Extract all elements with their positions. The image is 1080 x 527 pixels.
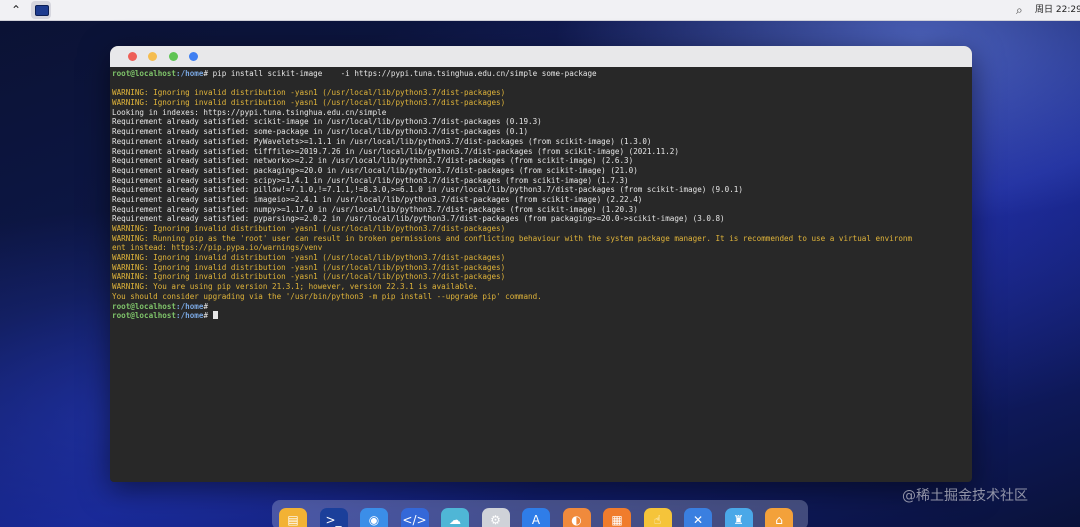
warning-text: WARNING: Ignoring invalid distribution -…: [112, 262, 506, 272]
maximize-button[interactable]: [169, 52, 178, 61]
output-text: Requirement already satisfied: pillow!=7…: [112, 185, 743, 195]
top-bar: ⌃ ⌕ 周日 22:29: [0, 0, 1080, 21]
watermark: @稀土掘金技术社区: [902, 488, 1028, 504]
output-text: Requirement already satisfied: numpy>=1.…: [112, 204, 638, 214]
terminal-line: Requirement already satisfied: scikit-im…: [112, 117, 968, 127]
terminal-line: Requirement already satisfied: PyWavelet…: [112, 137, 968, 147]
output-text: Requirement already satisfied: some-pack…: [112, 127, 529, 137]
terminal-line: WARNING: Ignoring invalid distribution -…: [112, 272, 968, 282]
terminal-titlebar[interactable]: [110, 46, 972, 67]
dock: ▤ >_ ◉ </> ☁ ⚙ A ◐ ▦ ☝ ✕ ♜ ⌂: [272, 500, 808, 527]
warning-text: WARNING: Ignoring invalid distribution -…: [112, 224, 506, 233]
browser-icon[interactable]: ◉: [360, 508, 388, 527]
prompt-path: :/home: [176, 69, 204, 78]
output-text: Requirement already satisfied: scikit-im…: [112, 117, 542, 127]
terminal-line: Requirement already satisfied: tifffile>…: [112, 147, 968, 157]
warning-text: WARNING: Ignoring invalid distribution -…: [112, 98, 506, 108]
output-text: Requirement already satisfied: packaging…: [112, 165, 638, 175]
terminal-line: WARNING: Ignoring invalid distribution -…: [112, 98, 968, 108]
terminal-line: Requirement already satisfied: scipy>=1.…: [112, 176, 968, 186]
prompt-host: root@localhost: [112, 301, 177, 311]
output-text: Requirement already satisfied: tifffile>…: [112, 146, 679, 156]
terminal-line: ent instead: https://pip.pypa.io/warning…: [112, 243, 968, 253]
warning-text: WARNING: You are using pip version 21.3.…: [112, 282, 478, 292]
search-icon[interactable]: ⌕: [1016, 2, 1030, 18]
warning-text: You should consider upgrading via the '/…: [112, 291, 542, 301]
output-text: Requirement already satisfied: networkx>…: [112, 156, 634, 166]
warning-text: WARNING: Running pip as the 'root' user …: [112, 233, 913, 243]
app-store-icon[interactable]: A: [522, 508, 550, 527]
terminal-line: Looking in indexes: https://pypi.tuna.ts…: [112, 108, 968, 118]
terminal-line: Requirement already satisfied: numpy>=1.…: [112, 205, 968, 215]
prompt-host: root@localhost: [112, 311, 177, 321]
output-text: Requirement already satisfied: pyparsing…: [112, 214, 725, 224]
output-text: # pip install scikit-image -i https://py…: [203, 69, 597, 78]
desktop: ⌃ ⌕ 周日 22:29 root@localhost:/home# pip i…: [0, 0, 1080, 527]
output-text: Requirement already satisfied: scipy>=1.…: [112, 175, 629, 185]
warning-text: WARNING: Ignoring invalid distribution -…: [112, 272, 506, 282]
clock[interactable]: 周日 22:29: [1035, 3, 1080, 17]
active-terminal-app-icon[interactable]: [31, 1, 51, 19]
cloud-icon[interactable]: ☁: [441, 508, 469, 527]
output-text: Looking in indexes: https://pypi.tuna.ts…: [112, 107, 387, 117]
code-editor-icon[interactable]: </>: [400, 508, 429, 527]
terminal-window[interactable]: root@localhost:/home# pip install scikit…: [110, 46, 972, 482]
minimize-button[interactable]: [148, 52, 157, 61]
window-menu-button[interactable]: [189, 52, 198, 61]
files-icon[interactable]: ▤: [279, 508, 307, 527]
calculator-icon[interactable]: ▦: [603, 508, 631, 527]
tools-icon[interactable]: ✕: [684, 508, 712, 527]
terminal-line: Requirement already satisfied: pyparsing…: [112, 214, 968, 224]
tips-icon[interactable]: ◐: [562, 508, 591, 527]
terminal-line: WARNING: You are using pip version 21.3.…: [112, 282, 968, 292]
settings-icon[interactable]: ⚙: [481, 508, 510, 527]
touch-icon[interactable]: ☝: [643, 508, 672, 527]
text-cursor: [212, 311, 218, 320]
package-icon[interactable]: ⌂: [765, 508, 793, 527]
close-button[interactable]: [128, 52, 137, 61]
terminal-line: WARNING: Ignoring invalid distribution -…: [112, 224, 968, 234]
mini-terminal-icon: [35, 5, 49, 16]
launcher-icon[interactable]: ⌃: [8, 2, 24, 18]
terminal-app-icon[interactable]: >_: [319, 508, 348, 527]
output-text: Requirement already satisfied: PyWavelet…: [112, 136, 652, 146]
terminal-line: Requirement already satisfied: pillow!=7…: [112, 185, 968, 195]
terminal-line: You should consider upgrading via the '/…: [112, 292, 968, 302]
terminal-line: root@localhost:/home# pip install scikit…: [112, 69, 968, 79]
warning-text: WARNING: Ignoring invalid distribution -…: [112, 253, 506, 263]
clothes-icon[interactable]: ♜: [724, 508, 753, 527]
terminal-line: WARNING: Ignoring invalid distribution -…: [112, 263, 968, 273]
output-text: #: [203, 301, 213, 311]
terminal-line: Requirement already satisfied: imageio>=…: [112, 195, 968, 205]
terminal-line: Requirement already satisfied: some-pack…: [112, 127, 968, 137]
terminal-line: WARNING: Running pip as the 'root' user …: [112, 234, 968, 244]
output-text: #: [203, 311, 213, 321]
warning-text: WARNING: Ignoring invalid distribution -…: [112, 88, 506, 98]
terminal-line: Requirement already satisfied: networkx>…: [112, 156, 968, 166]
prompt-host: root@localhost: [112, 69, 177, 78]
terminal-line: root@localhost:/home#: [112, 311, 968, 321]
terminal-line: WARNING: Ignoring invalid distribution -…: [112, 88, 968, 98]
terminal-line: Requirement already satisfied: packaging…: [112, 166, 968, 176]
warning-text: ent instead: https://pip.pypa.io/warning…: [112, 243, 323, 253]
prompt-path: :/home: [176, 301, 204, 311]
output-text: Requirement already satisfied: imageio>=…: [112, 194, 643, 204]
terminal-line: WARNING: Ignoring invalid distribution -…: [112, 253, 968, 263]
terminal-output[interactable]: root@localhost:/home# pip install scikit…: [112, 69, 968, 474]
terminal-line: root@localhost:/home#: [112, 302, 968, 312]
prompt-path: :/home: [176, 311, 204, 321]
